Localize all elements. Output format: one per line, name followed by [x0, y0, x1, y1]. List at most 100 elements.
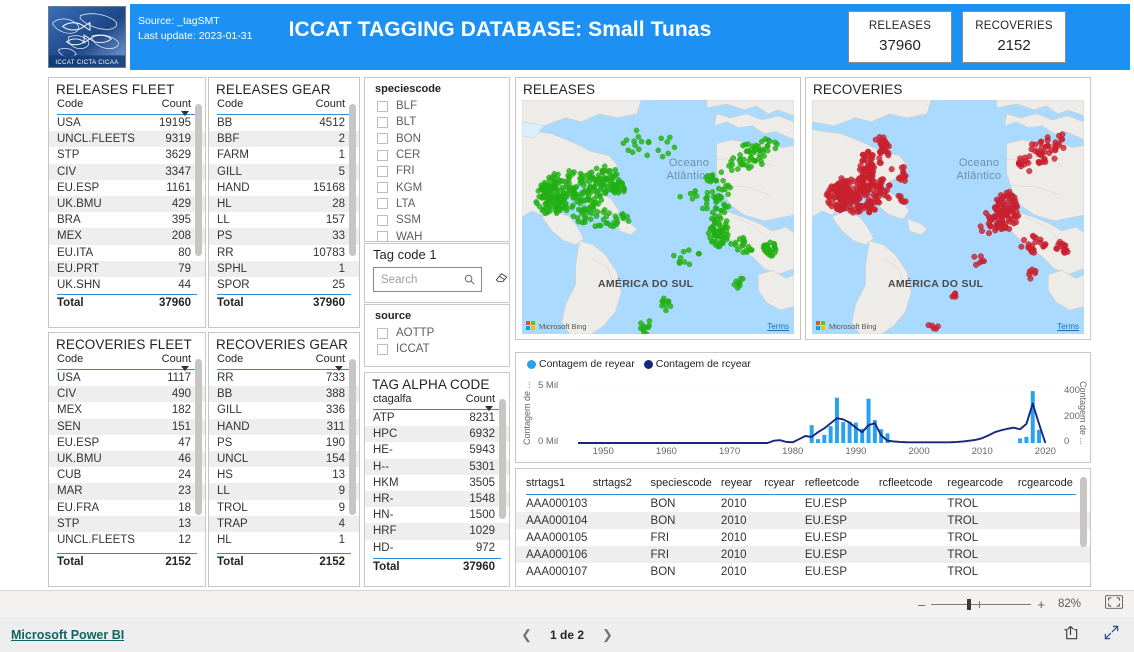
slicer-option-kgm[interactable]: KGM: [365, 179, 509, 195]
table-row[interactable]: LL 157: [209, 212, 359, 228]
vertical-scrollbar[interactable]: [195, 359, 202, 515]
column-header-rcyear[interactable]: rcyear: [764, 477, 805, 489]
table-row[interactable]: USA 1117: [49, 370, 205, 386]
table-row[interactable]: MAR 23: [49, 483, 205, 500]
table-row[interactable]: STP 13: [49, 515, 205, 532]
checkbox[interactable]: [377, 133, 388, 145]
table-row[interactable]: USA 19195: [49, 115, 205, 131]
table-row[interactable]: HN- 1500: [365, 507, 509, 523]
table-row[interactable]: EU.PRT 79: [49, 260, 205, 277]
map-recoveries-canvas[interactable]: Oceano Atlântico AMÉRICA DO SUL Microsof…: [812, 100, 1084, 334]
table-row[interactable]: HE- 5943: [365, 442, 509, 458]
table-row[interactable]: LL 9: [209, 483, 359, 500]
slicer-option-ssm[interactable]: SSM: [365, 212, 509, 228]
table-row[interactable]: AAA000104 BON 2010 EU.ESP TROL: [516, 512, 1090, 529]
column-header-strtags1[interactable]: strtags1: [526, 477, 593, 489]
checkbox[interactable]: [377, 165, 388, 177]
map-data-points-releases[interactable]: [522, 100, 794, 334]
fullscreen-icon[interactable]: [1103, 624, 1120, 646]
col-count[interactable]: Count: [289, 98, 345, 110]
table-row[interactable]: STP 3629: [49, 147, 205, 163]
checkbox[interactable]: [377, 231, 388, 243]
releases-gear-rows[interactable]: BB 4512 BBF 2 FARM 1 GILL 5 HAND 15168 HL 28 LL 157 PS…: [209, 115, 359, 294]
zoom-slider-track[interactable]: [931, 598, 1032, 610]
column-header-regearcode[interactable]: regearcode: [947, 477, 1017, 489]
previous-page-icon[interactable]: ❮: [521, 627, 532, 643]
zoom-toolbar[interactable]: – + 82%: [0, 590, 1134, 617]
col-count[interactable]: Count: [289, 353, 345, 365]
footer-actions[interactable]: [1062, 624, 1120, 646]
slicer-speciescode[interactable]: speciescode BLF BLT BON CER FRI KGM LTA SSM WAH: [364, 77, 510, 243]
column-header-rcfleetcode[interactable]: rcfleetcode: [879, 477, 948, 489]
vertical-scrollbar[interactable]: [499, 399, 506, 519]
matrix-recoveries-gear[interactable]: RECOVERIES GEAR Code Count RR 733 BB 388 GIL…: [208, 332, 360, 587]
zoom-out-button[interactable]: –: [918, 597, 925, 612]
source-options[interactable]: AOTTP ICCAT: [365, 325, 509, 358]
recoveries-gear-rows[interactable]: RR 733 BB 388 GILL 336 HAND 311 PS 190 UNCL 154 HS 13…: [209, 370, 359, 553]
table-row[interactable]: UK.BMU 429: [49, 195, 205, 213]
table-row[interactable]: AAA000107 BON 2010 EU.ESP TROL: [516, 563, 1090, 579]
table-row[interactable]: RR 733: [209, 370, 359, 386]
map-terms-link[interactable]: Terms: [767, 322, 789, 331]
table-row[interactable]: EU.FRA 18: [49, 500, 205, 516]
slicer-option-bon[interactable]: BON: [365, 131, 509, 147]
checkbox[interactable]: [377, 149, 388, 161]
search-icon[interactable]: [464, 274, 475, 285]
table-row[interactable]: ATP 8231: [365, 410, 509, 426]
table-row[interactable]: MEX 208: [49, 228, 205, 245]
legend-item-reyear[interactable]: Contagem de reyear: [527, 358, 635, 370]
slicer-option-aottp[interactable]: AOTTP: [365, 325, 509, 341]
data-table-header[interactable]: strtags1 strtags2 speciescode reyear rcyear r…: [516, 469, 1090, 494]
next-page-icon[interactable]: ❯: [602, 627, 613, 643]
table-row[interactable]: HS 13: [209, 467, 359, 483]
table-row[interactable]: HRF 1029: [365, 523, 509, 540]
col-count[interactable]: Count: [439, 393, 495, 405]
checkbox[interactable]: [377, 214, 388, 226]
slicer-option-cer[interactable]: CER: [365, 147, 509, 163]
clear-filter-eraser-icon[interactable]: [494, 271, 509, 289]
releases-fleet-rows[interactable]: USA 19195 UNCL.FLEETS 9319 STP 3629 CIV 3347 EU.…: [49, 115, 205, 294]
checkbox[interactable]: [377, 100, 388, 112]
column-header-speciescode[interactable]: speciescode: [651, 477, 721, 489]
data-table-rows[interactable]: AAA000103 BON 2010 EU.ESP TROL AAA000104 BON 20…: [516, 495, 1090, 579]
table-row[interactable]: PS 33: [209, 228, 359, 245]
table-row[interactable]: GILL 5: [209, 163, 359, 180]
checkbox[interactable]: [377, 182, 388, 194]
combo-chart-releases-recoveries-by-year[interactable]: Contagem de reyear Contagem de rcyear Co…: [515, 352, 1091, 463]
map-data-points-recoveries[interactable]: [812, 100, 1084, 334]
table-row[interactable]: EU.ITA 80: [49, 245, 205, 261]
recoveries-fleet-rows[interactable]: USA 1117 CIV 490 MEX 182 SEN 151 EU.ESP 47 UK.BMU 4…: [49, 370, 205, 553]
table-row[interactable]: PS 190: [209, 435, 359, 451]
col-count[interactable]: Count: [135, 98, 191, 110]
table-row[interactable]: AAA000106 FRI 2010 EU.ESP TROL: [516, 546, 1090, 563]
matrix-releases-gear[interactable]: RELEASES GEAR Code Count BB 4512 BBF 2 FARM 1…: [208, 77, 360, 328]
table-row[interactable]: HKM 3505: [365, 475, 509, 491]
table-row[interactable]: SPOR 25: [209, 277, 359, 293]
vertical-scrollbar[interactable]: [349, 104, 356, 256]
table-row[interactable]: MEX 182: [49, 402, 205, 418]
checkbox[interactable]: [377, 198, 388, 210]
table-row[interactable]: CIV 3347: [49, 163, 205, 180]
column-header-refleetcode[interactable]: refleetcode: [805, 477, 879, 489]
table-row[interactable]: BBF 2: [209, 131, 359, 148]
slicer-tag-code-1[interactable]: Tag code 1 Search: [364, 243, 510, 303]
slicer-option-fri[interactable]: FRI: [365, 163, 509, 179]
zoom-in-button[interactable]: +: [1037, 597, 1045, 612]
table-row[interactable]: UNCL 154: [209, 450, 359, 468]
table-row[interactable]: HAND 15168: [209, 180, 359, 196]
checkbox[interactable]: [377, 327, 388, 339]
table-row[interactable]: BB 4512: [209, 115, 359, 131]
table-row[interactable]: HAND 311: [209, 418, 359, 435]
table-row[interactable]: BB 388: [209, 386, 359, 403]
chart-legend[interactable]: Contagem de reyear Contagem de rcyear: [516, 353, 1090, 370]
column-header-reyear[interactable]: reyear: [721, 477, 764, 489]
table-row[interactable]: UK.BMU 46: [49, 450, 205, 468]
map-releases[interactable]: RELEASES Oceano Atlântico AMÉRICA DO SUL…: [515, 77, 801, 340]
table-row[interactable]: H-- 5301: [365, 458, 509, 475]
table-row[interactable]: AAA000103 BON 2010 EU.ESP TROL: [516, 495, 1090, 512]
slicer-option-blt[interactable]: BLT: [365, 114, 509, 130]
vertical-scrollbar[interactable]: [349, 359, 356, 515]
tag-code-search-input[interactable]: Search: [373, 267, 482, 292]
table-row[interactable]: CUB 24: [49, 467, 205, 483]
table-row[interactable]: UK.SHN 44: [49, 277, 205, 293]
